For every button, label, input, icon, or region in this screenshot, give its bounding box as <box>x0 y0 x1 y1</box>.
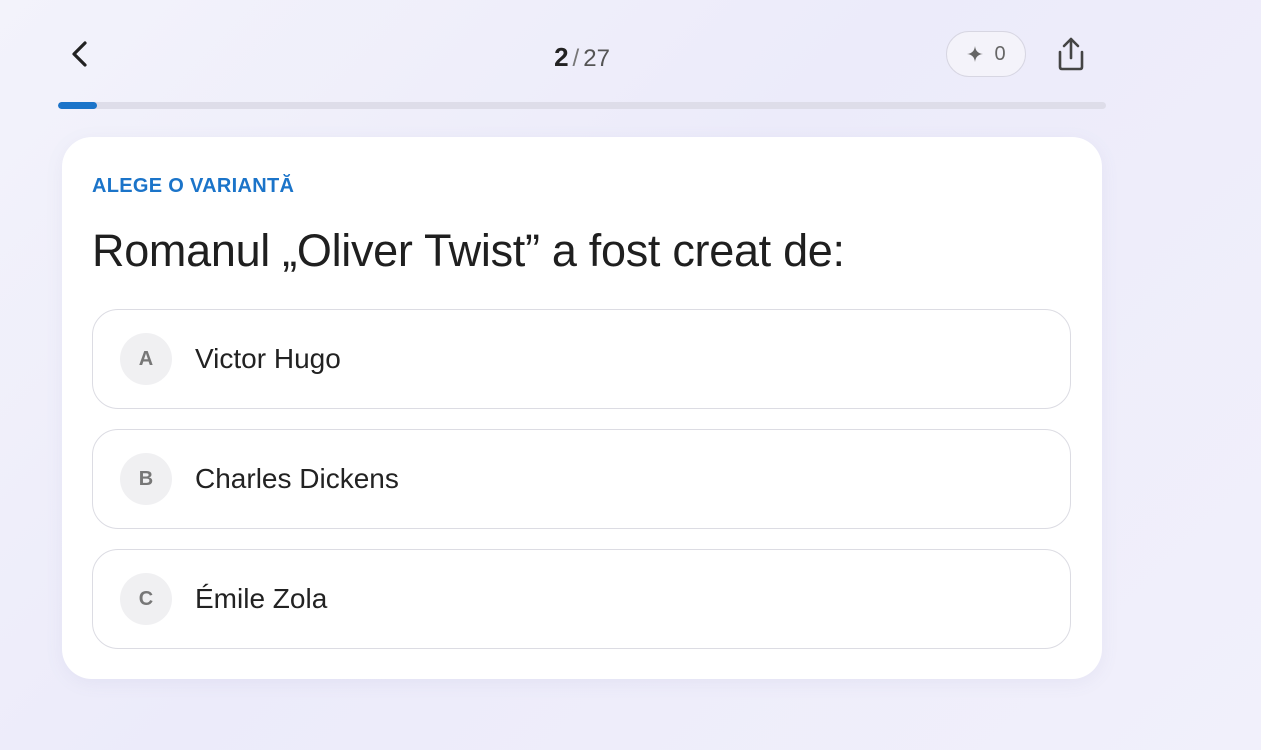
option-text: Victor Hugo <box>195 343 341 374</box>
progress-fill <box>58 102 97 109</box>
hint-count: 0 <box>994 42 1006 65</box>
progress-bar <box>58 102 1106 109</box>
option-c[interactable]: C Émile Zola <box>92 549 1071 649</box>
sparkle-icon <box>967 46 984 62</box>
question-card: ALEGE O VARIANTĂ Romanul „Oliver Twist” … <box>62 137 1102 679</box>
option-text: Charles Dickens <box>195 463 399 494</box>
share-button[interactable] <box>1052 34 1090 74</box>
question-text: Romanul „Oliver Twist” a fost creat de: <box>92 225 845 276</box>
option-b[interactable]: B Charles Dickens <box>92 429 1071 529</box>
top-bar: 2/27 0 <box>58 28 1106 84</box>
total-questions: 27 <box>583 45 610 72</box>
option-text: Émile Zola <box>195 583 328 614</box>
option-letter-badge: A <box>120 333 172 385</box>
option-a[interactable]: A Victor Hugo <box>92 309 1071 409</box>
option-letter-badge: C <box>120 573 172 625</box>
option-letter-badge: B <box>120 453 172 505</box>
question-type-label: ALEGE O VARIANTĂ <box>92 175 295 197</box>
hint-button[interactable]: 0 <box>946 31 1026 77</box>
share-icon <box>1058 37 1084 71</box>
counter-separator: / <box>572 45 580 72</box>
current-question-number: 2 <box>554 42 569 72</box>
